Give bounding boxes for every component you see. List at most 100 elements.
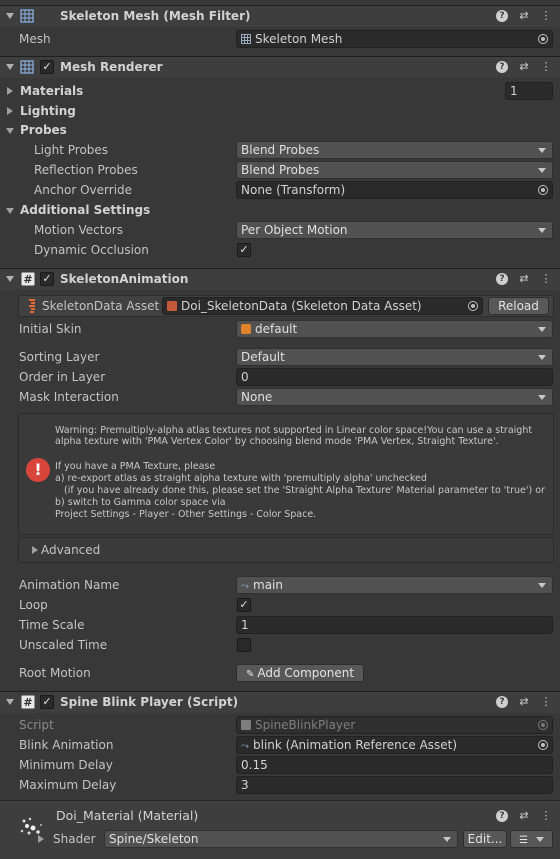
presets-icon[interactable]: ⇄ <box>518 695 530 709</box>
order-in-layer-label: Order in Layer <box>19 370 106 384</box>
time-scale-field[interactable]: 1 <box>236 616 553 634</box>
minimum-delay-field[interactable]: 0.15 <box>236 756 553 774</box>
mesh-grid-icon <box>241 34 251 44</box>
blink-player-header[interactable]: # ✓ Spine Blink Player (Script) ? ⇄ ⋮ <box>0 691 560 713</box>
object-picker-icon[interactable] <box>538 740 548 750</box>
object-picker-icon[interactable] <box>468 301 478 311</box>
reflection-probes-value: Blend Probes <box>241 163 320 177</box>
chevron-down-icon <box>538 395 546 400</box>
dynamic-occlusion-checkbox[interactable]: ✓ <box>237 243 251 257</box>
more-icon[interactable]: ⋮ <box>540 9 552 23</box>
mask-interaction-value: None <box>241 390 273 404</box>
mask-interaction-label: Mask Interaction <box>19 390 119 404</box>
warning-line: If you have a PMA Texture, please <box>55 461 216 472</box>
time-scale-label: Time Scale <box>19 618 85 632</box>
probes-foldout-icon[interactable] <box>6 128 14 134</box>
animation-name-dropdown[interactable]: ⤳ main <box>236 576 553 594</box>
list-icon: ☰ <box>519 835 529 846</box>
mesh-renderer-enabled-checkbox[interactable]: ✓ <box>40 60 54 74</box>
help-icon[interactable]: ? <box>496 273 508 285</box>
add-component-button[interactable]: ✎ Add Component <box>236 664 364 682</box>
shader-label: Shader <box>53 832 96 846</box>
materials-count-field[interactable]: 1 <box>505 82 553 100</box>
mesh-filter-header[interactable]: Skeleton Mesh (Mesh Filter) ? ⇄ ⋮ <box>0 5 560 27</box>
foldout-arrow-icon[interactable] <box>6 13 14 19</box>
advanced-foldout[interactable]: Advanced <box>18 537 554 563</box>
maximum-delay-field[interactable]: 3 <box>236 776 553 794</box>
unscaled-time-checkbox[interactable] <box>237 638 251 652</box>
foldout-arrow-icon[interactable] <box>6 699 14 705</box>
warning-box: ! Warning: Premultiply-alpha atlas textu… <box>18 413 554 535</box>
shader-dropdown[interactable]: Spine/Skeleton <box>104 830 458 848</box>
order-in-layer-field[interactable]: 0 <box>236 368 553 386</box>
reflection-probes-dropdown[interactable]: Blend Probes <box>236 161 553 179</box>
light-probes-dropdown[interactable]: Blend Probes <box>236 141 553 159</box>
material-foldout-icon[interactable] <box>38 835 44 843</box>
mesh-renderer-header[interactable]: ✓ Mesh Renderer ? ⇄ ⋮ <box>0 56 560 78</box>
advanced-foldout-icon[interactable] <box>32 546 38 554</box>
advanced-label[interactable]: Advanced <box>41 543 100 557</box>
warning-line: alpha texture with 'PMA Vertex Color' by… <box>55 436 499 447</box>
lighting-label[interactable]: Lighting <box>20 104 76 118</box>
dynamic-occlusion-label: Dynamic Occlusion <box>34 243 149 257</box>
additional-settings-foldout-icon[interactable] <box>6 208 14 214</box>
skeleton-animation-enabled-checkbox[interactable]: ✓ <box>40 272 54 286</box>
materials-label[interactable]: Materials <box>20 84 83 98</box>
error-icon: ! <box>26 458 50 482</box>
skeleton-animation-header[interactable]: # ✓ SkeletonAnimation ? ⇄ ⋮ <box>0 268 560 290</box>
blink-animation-field[interactable]: ⤳ blink (Animation Reference Asset) <box>236 736 553 754</box>
maximum-delay-label: Maximum Delay <box>19 778 117 792</box>
material-options-button[interactable]: ☰ <box>510 830 553 848</box>
warning-line: b) switch to Gamma color space via <box>55 497 226 508</box>
additional-settings-label[interactable]: Additional Settings <box>20 203 150 217</box>
motion-vectors-label: Motion Vectors <box>34 223 123 237</box>
help-icon[interactable]: ? <box>496 10 508 22</box>
script-icon: # <box>21 695 35 709</box>
blink-animation-label: Blink Animation <box>19 738 114 752</box>
spine-skeleton-data-icon <box>29 299 35 313</box>
help-icon[interactable]: ? <box>496 61 508 73</box>
presets-icon[interactable]: ⇄ <box>518 809 530 823</box>
reload-button[interactable]: Reload <box>488 297 549 315</box>
minimum-delay-label: Minimum Delay <box>19 758 113 772</box>
blink-player-enabled-checkbox[interactable]: ✓ <box>40 695 54 709</box>
motion-vectors-value: Per Object Motion <box>241 223 348 237</box>
mask-interaction-dropdown[interactable]: None <box>236 388 553 406</box>
object-picker-icon[interactable] <box>538 34 548 44</box>
foldout-arrow-icon[interactable] <box>6 64 14 70</box>
presets-icon[interactable]: ⇄ <box>518 272 530 286</box>
light-probes-label: Light Probes <box>34 143 109 157</box>
sorting-layer-label: Sorting Layer <box>19 350 100 364</box>
chevron-down-icon <box>538 583 546 588</box>
chevron-down-icon <box>538 355 546 360</box>
chevron-down-icon <box>443 837 451 842</box>
mesh-field[interactable]: Skeleton Mesh <box>236 30 553 48</box>
material-header[interactable]: Doi_Material (Material) ? ⇄ ⋮ Shader Spi… <box>0 801 560 859</box>
anchor-override-field[interactable]: None (Transform) <box>236 181 553 199</box>
help-icon[interactable]: ? <box>496 810 508 822</box>
object-picker-icon[interactable] <box>538 185 548 195</box>
more-icon[interactable]: ⋮ <box>540 695 552 709</box>
lighting-foldout-icon[interactable] <box>7 107 13 115</box>
foldout-arrow-icon[interactable] <box>6 276 14 282</box>
unscaled-time-label: Unscaled Time <box>19 638 108 652</box>
material-title: Doi_Material (Material) <box>56 808 199 823</box>
probes-label[interactable]: Probes <box>20 123 67 137</box>
initial-skin-dropdown[interactable]: default <box>236 320 553 338</box>
help-icon[interactable]: ? <box>496 696 508 708</box>
more-icon[interactable]: ⋮ <box>540 60 552 74</box>
skeleton-data-asset-field[interactable]: Doi_SkeletonData (Skeleton Data Asset) <box>162 297 483 315</box>
edit-shader-button[interactable]: Edit... <box>463 830 507 848</box>
sorting-layer-value: Default <box>241 350 285 364</box>
chevron-down-icon <box>538 148 546 153</box>
loop-checkbox[interactable]: ✓ <box>237 598 251 612</box>
materials-foldout-icon[interactable] <box>7 87 13 95</box>
more-icon[interactable]: ⋮ <box>540 809 552 823</box>
script-icon: # <box>21 272 35 286</box>
svg-text:#: # <box>23 273 32 286</box>
presets-icon[interactable]: ⇄ <box>518 60 530 74</box>
motion-vectors-dropdown[interactable]: Per Object Motion <box>236 221 553 239</box>
more-icon[interactable]: ⋮ <box>540 272 552 286</box>
presets-icon[interactable]: ⇄ <box>518 9 530 23</box>
sorting-layer-dropdown[interactable]: Default <box>236 348 553 366</box>
